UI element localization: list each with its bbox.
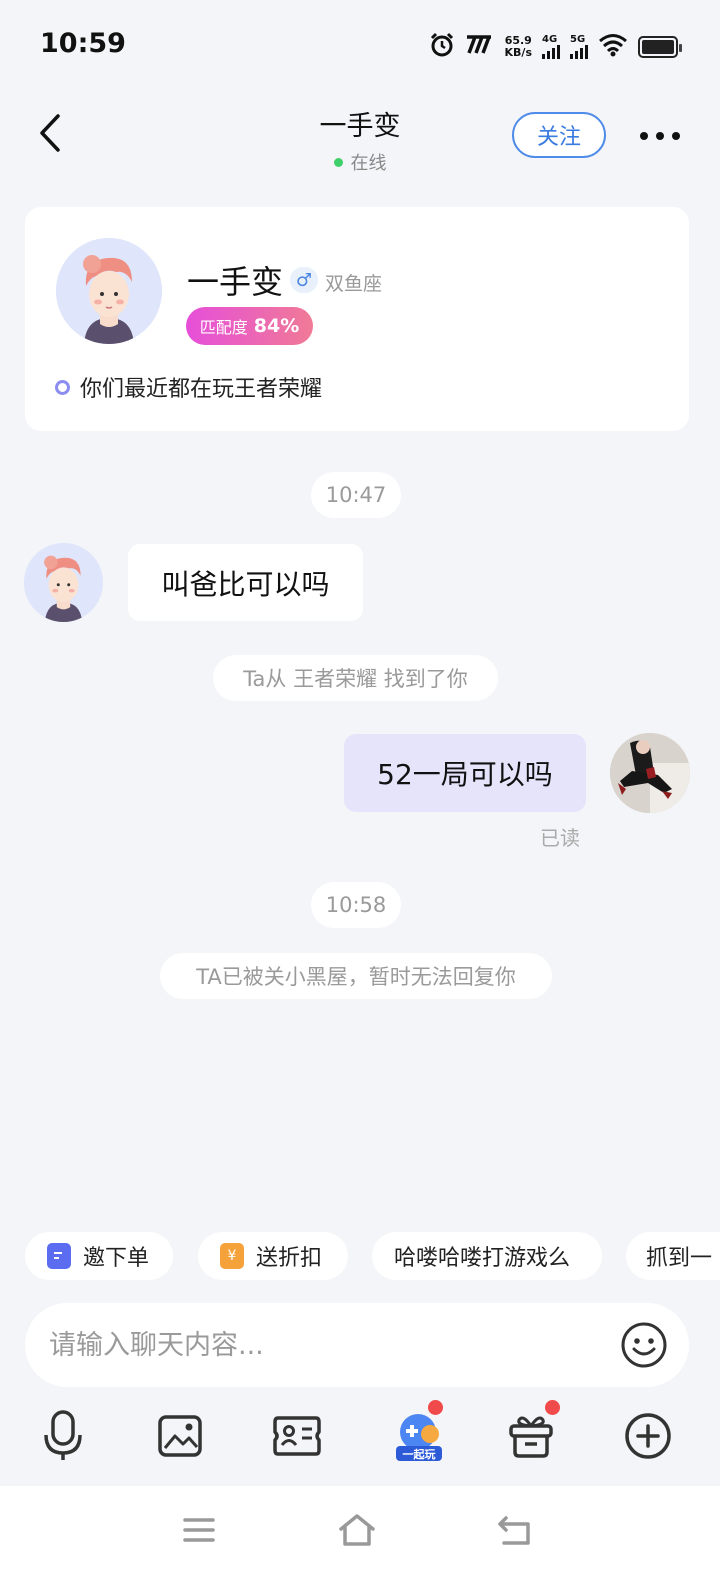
order-icon bbox=[47, 1243, 71, 1269]
quick-reply-partial[interactable]: 抓到一 bbox=[626, 1232, 720, 1280]
back-nav-icon[interactable] bbox=[492, 1510, 538, 1550]
timestamp-1: 10:47 bbox=[311, 472, 401, 518]
notification-dot bbox=[545, 1400, 560, 1415]
chat-title: 一手变 bbox=[319, 111, 401, 142]
battery-icon bbox=[638, 36, 682, 58]
status-icons: 65.9 KB/s 4G 5G bbox=[429, 32, 682, 62]
image-icon[interactable] bbox=[152, 1408, 208, 1464]
timestamp-2: 10:58 bbox=[311, 882, 401, 928]
coupon-icon: ¥ bbox=[220, 1243, 244, 1269]
outgoing-message[interactable]: 52一局可以吗 bbox=[344, 734, 586, 812]
alarm-icon bbox=[429, 32, 455, 62]
system-message-blocked: TA已被关小黑屋，暂时无法回复你 bbox=[160, 953, 552, 999]
follow-button[interactable]: 关注 bbox=[512, 112, 606, 158]
match-badge: 匹配度 84% bbox=[186, 307, 313, 345]
home-icon[interactable] bbox=[334, 1510, 380, 1550]
match-label: 匹配度 bbox=[199, 318, 248, 337]
match-value: 84% bbox=[253, 315, 300, 337]
status-bar: 10:59 65.9 KB/s 4G 5G bbox=[0, 0, 720, 90]
plus-icon[interactable] bbox=[620, 1408, 676, 1464]
quick-reply-order[interactable]: 邀下单 bbox=[25, 1232, 173, 1280]
read-status: 已读 bbox=[540, 826, 580, 850]
quick-reply-row[interactable]: 邀下单 ¥ 送折扣 哈喽哈喽打游戏么 抓到一 bbox=[0, 1232, 720, 1280]
profile-avatar[interactable] bbox=[56, 238, 162, 344]
chat-toolbar: 一起玩 bbox=[0, 1398, 720, 1478]
chat-title-block: 一手变 在线 bbox=[0, 104, 720, 175]
play-together-label: 一起玩 bbox=[403, 1447, 436, 1461]
message-input-bar bbox=[25, 1303, 689, 1387]
male-icon: ♂ bbox=[290, 267, 318, 293]
profile-card[interactable]: 一手变 ♂ 双鱼座 匹配度 84% 你们最近都在玩王者荣耀 bbox=[25, 207, 689, 431]
more-icon[interactable] bbox=[640, 118, 680, 154]
system-message-source: Ta从 王者荣耀 找到了你 bbox=[213, 655, 498, 701]
system-nav-bar bbox=[0, 1486, 720, 1584]
net-speed: 65.9 KB/s bbox=[504, 34, 532, 59]
wifi-icon bbox=[598, 33, 628, 61]
profile-card-icon[interactable] bbox=[269, 1408, 325, 1464]
common-game: 你们最近都在玩王者荣耀 bbox=[55, 371, 322, 403]
emoji-icon[interactable] bbox=[619, 1320, 669, 1370]
online-dot-icon bbox=[333, 157, 343, 167]
quick-reply-discount[interactable]: ¥ 送折扣 bbox=[198, 1232, 348, 1280]
status-time: 10:59 bbox=[40, 28, 126, 59]
online-status: 在线 bbox=[0, 149, 720, 175]
play-together-icon[interactable]: 一起玩 bbox=[390, 1400, 450, 1464]
signal-icon-2: 5G bbox=[570, 35, 588, 59]
microphone-icon[interactable] bbox=[35, 1408, 91, 1464]
contact-avatar[interactable] bbox=[24, 543, 103, 622]
profile-name: 一手变 bbox=[187, 263, 284, 301]
message-input[interactable] bbox=[49, 1321, 609, 1369]
zodiac-label: 双鱼座 bbox=[325, 273, 383, 295]
nfc-icon bbox=[465, 35, 495, 59]
signal-icon: 4G bbox=[542, 35, 560, 59]
my-avatar[interactable] bbox=[610, 733, 690, 813]
menu-icon[interactable] bbox=[176, 1510, 222, 1550]
chat-header: 一手变 在线 关注 bbox=[0, 96, 720, 176]
notification-dot bbox=[428, 1400, 443, 1415]
incoming-message[interactable]: 叫爸比可以吗 bbox=[128, 544, 363, 621]
gift-icon[interactable] bbox=[503, 1400, 560, 1464]
ring-icon bbox=[55, 379, 70, 395]
quick-reply-greeting[interactable]: 哈喽哈喽打游戏么 bbox=[372, 1232, 602, 1280]
